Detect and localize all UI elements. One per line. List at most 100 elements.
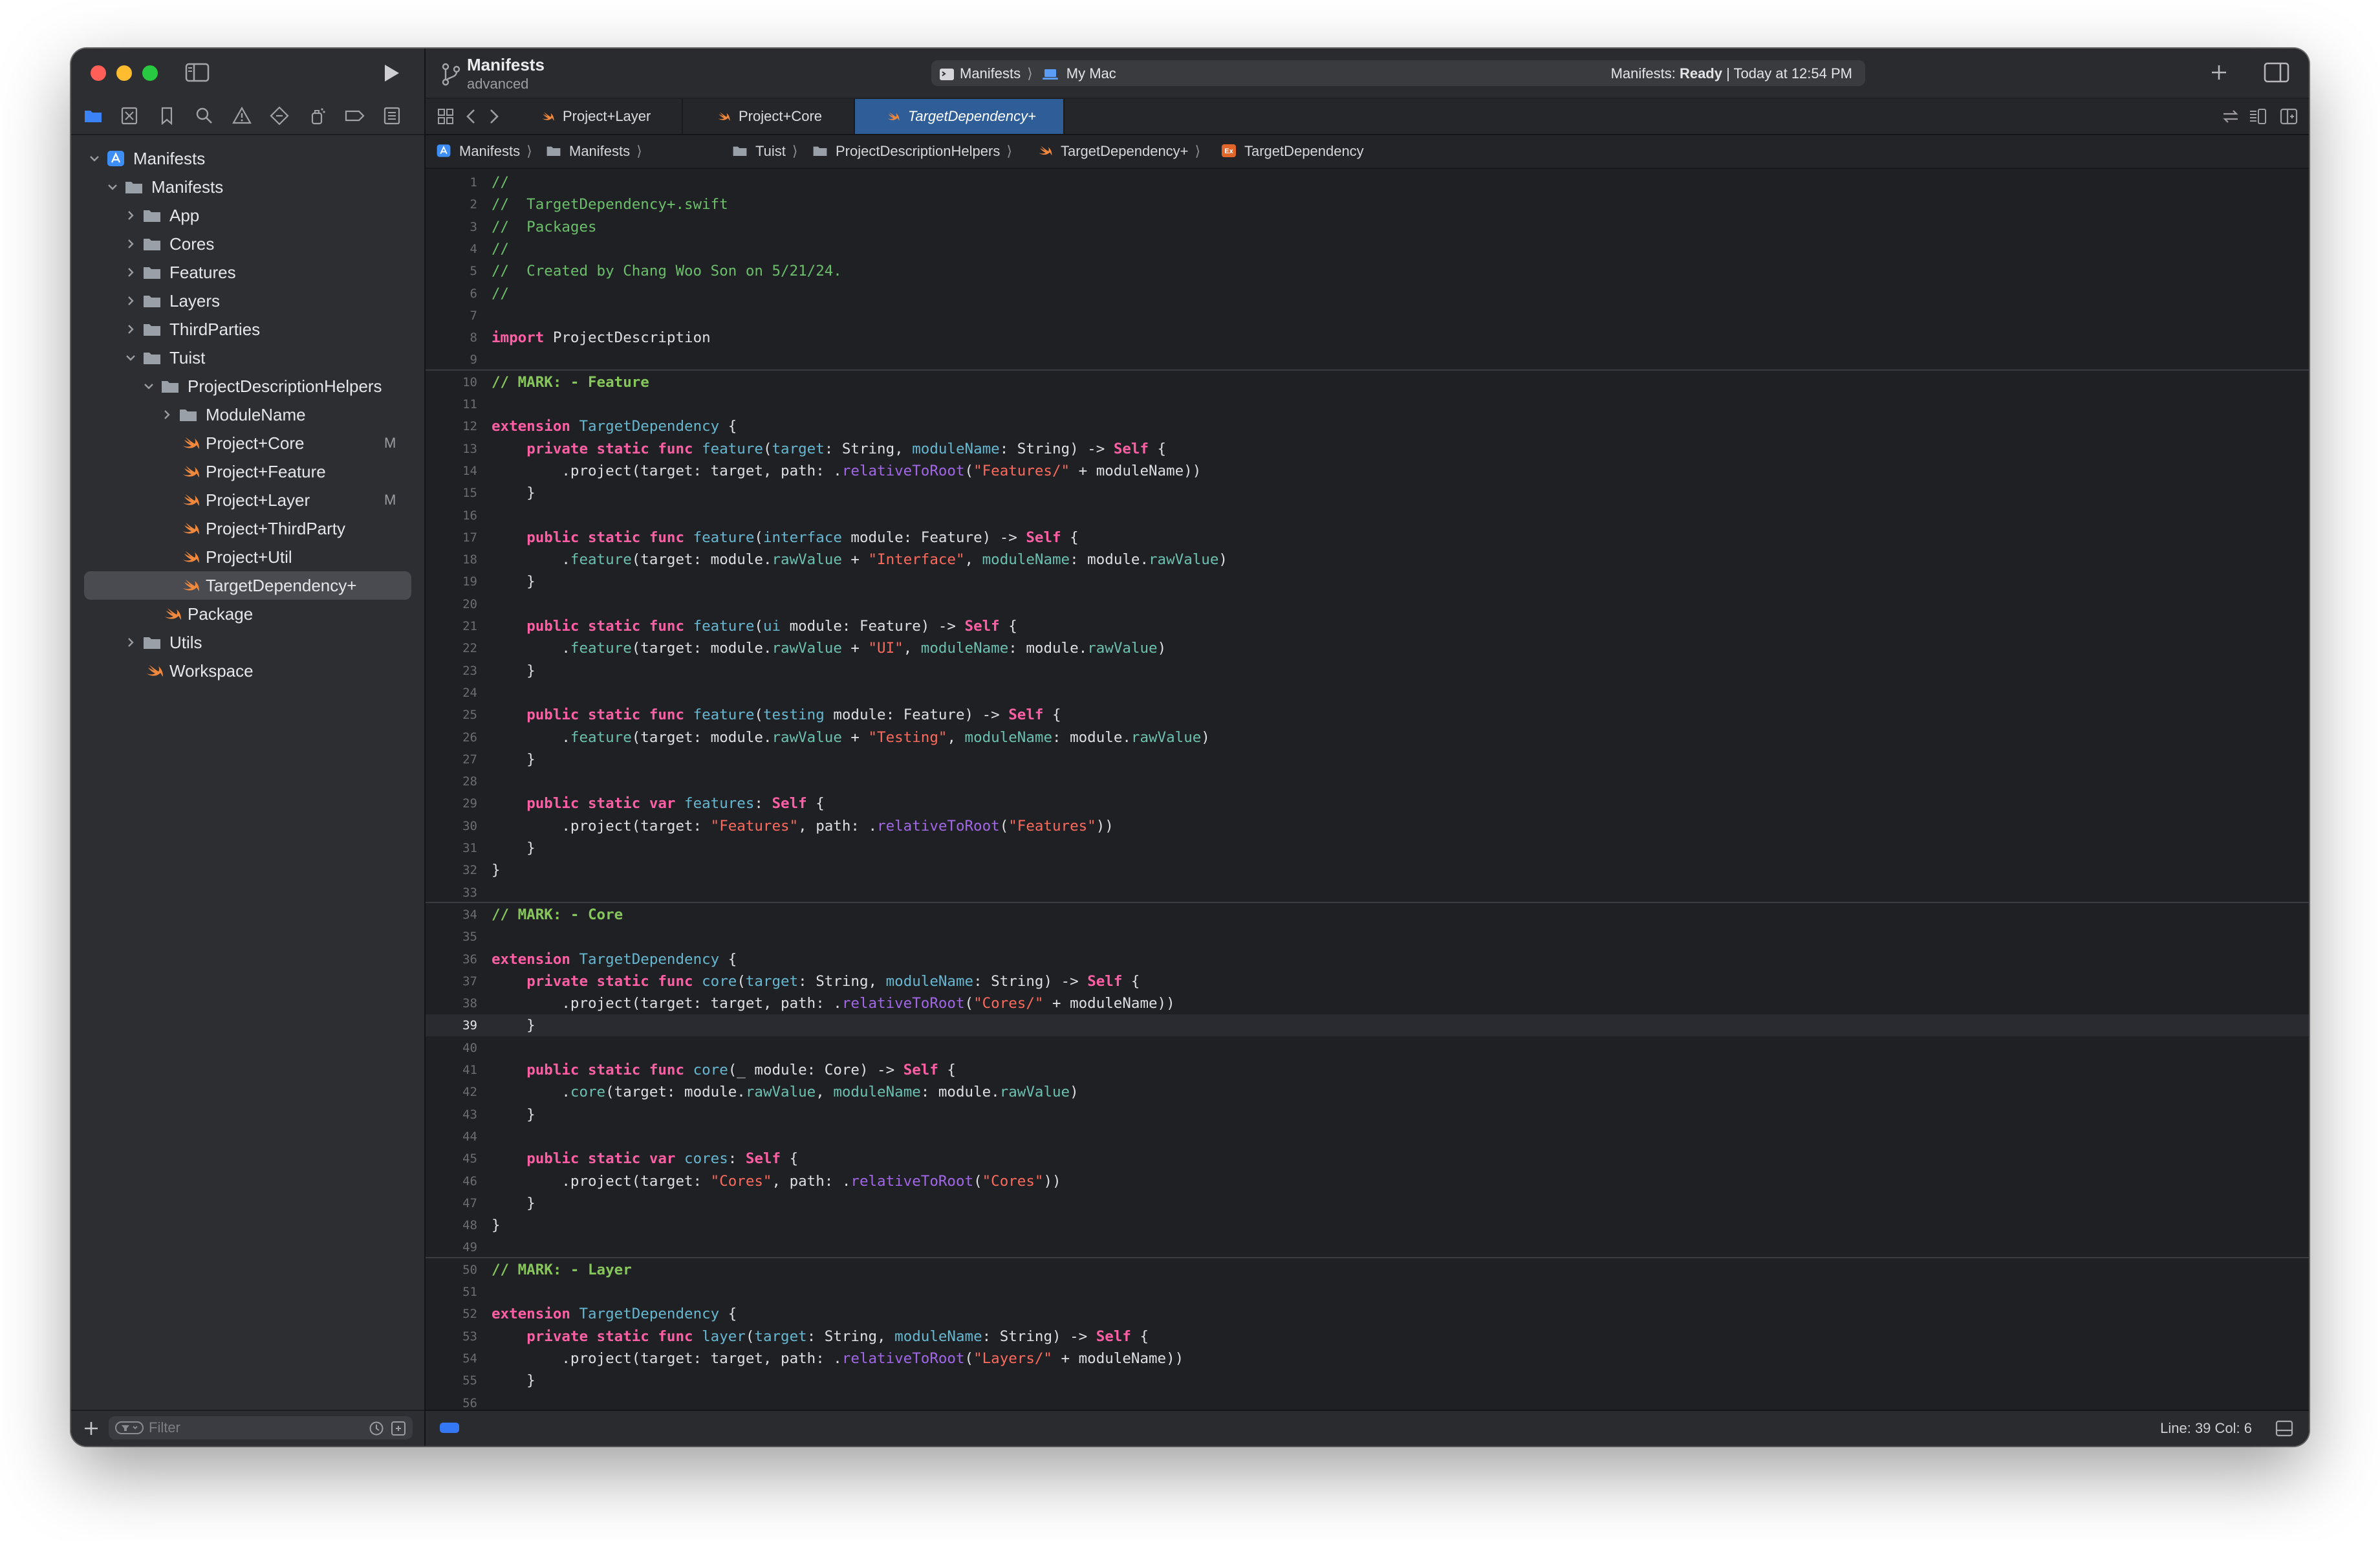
code-line[interactable]: 34 // MARK: - Core: [426, 901, 2309, 926]
debug-area-indicator[interactable]: [440, 1423, 459, 1433]
project-navigator-folder-icon[interactable]: [83, 105, 103, 126]
git-branch-icon[interactable]: [440, 61, 462, 87]
breadcrumb-folder-tuist[interactable]: Tuist ⟩: [732, 135, 797, 168]
code-line[interactable]: 13 private static func feature(target: S…: [426, 438, 2309, 460]
tree-item-folder-manifests[interactable]: Manifests: [71, 173, 424, 201]
recent-files-clock-icon[interactable]: [369, 1421, 384, 1436]
run-play-icon[interactable]: [379, 61, 402, 85]
code-line[interactable]: 10 // MARK: - Feature: [426, 369, 2309, 393]
code-line[interactable]: 15 }: [426, 482, 2309, 504]
forward-arrow-icon[interactable]: [484, 107, 503, 126]
breadcrumb-folder-manifests[interactable]: Manifests ⟩: [546, 135, 642, 168]
code-line[interactable]: 7: [426, 305, 2309, 327]
zoom-window-button[interactable]: [142, 65, 158, 81]
code-line[interactable]: 44: [426, 1126, 2309, 1148]
test-navigator-diamond-icon[interactable]: [269, 105, 290, 126]
issue-navigator-warning-icon[interactable]: [232, 105, 252, 126]
code-line[interactable]: 19 }: [426, 571, 2309, 593]
code-line[interactable]: 6 //: [426, 283, 2309, 305]
code-line[interactable]: 8 import ProjectDescription: [426, 327, 2309, 349]
breadcrumb-file[interactable]: TargetDependency+ ⟩: [1037, 135, 1200, 168]
tree-item-folder-layers[interactable]: Layers: [71, 287, 424, 315]
code-line[interactable]: 32}: [426, 859, 2309, 881]
code-line[interactable]: 33: [426, 882, 2309, 904]
code-line[interactable]: 29 public static var features: Self {: [426, 792, 2309, 814]
add-plus-icon[interactable]: [83, 1420, 100, 1437]
chevron-right-icon[interactable]: [124, 237, 137, 250]
chevron-down-icon[interactable]: [124, 351, 137, 364]
tree-item-folder-utils[interactable]: Utils: [71, 628, 424, 657]
chevron-down-icon[interactable]: [106, 180, 119, 193]
chevron-right-icon[interactable]: [124, 294, 137, 307]
code-line[interactable]: 21 public static func feature(ui module:…: [426, 615, 2309, 637]
tree-item-file-project-core[interactable]: Project+Core M: [71, 429, 424, 457]
code-line[interactable]: 38 .project(target: target, path: .relat…: [426, 992, 2309, 1014]
chevron-down-icon[interactable]: [88, 152, 101, 165]
code-line[interactable]: 43 }: [426, 1104, 2309, 1126]
split-editor-icon[interactable]: [2279, 107, 2299, 126]
code-line[interactable]: 27 }: [426, 749, 2309, 770]
tree-item-folder-cores[interactable]: Cores: [71, 230, 424, 258]
code-review-arrows-icon[interactable]: [2221, 107, 2240, 126]
code-line[interactable]: 55 }: [426, 1370, 2309, 1392]
scheme-selector[interactable]: Manifests ⟩ My Mac: [939, 65, 1116, 82]
code-line[interactable]: 39 }: [426, 1014, 2309, 1037]
code-line[interactable]: 16: [426, 505, 2309, 527]
breadcrumb-project[interactable]: Manifests ⟩: [436, 135, 532, 168]
code-line[interactable]: 31 }: [426, 837, 2309, 859]
find-navigator-search-icon[interactable]: [194, 105, 215, 126]
code-line[interactable]: 24: [426, 682, 2309, 704]
close-window-button[interactable]: [91, 65, 106, 81]
related-items-grid-icon[interactable]: [436, 107, 455, 126]
breadcrumb-symbol[interactable]: Ex TargetDependency: [1221, 135, 1364, 168]
code-line[interactable]: 9: [426, 349, 2309, 371]
code-line[interactable]: 1 //: [426, 171, 2309, 193]
code-line[interactable]: 3 // Packages: [426, 216, 2309, 238]
code-line[interactable]: 17 public static func feature(interface …: [426, 527, 2309, 549]
tree-item-file-project-layer[interactable]: Project+Layer M: [71, 486, 424, 514]
tree-item-file-targetdependency[interactable]: TargetDependency+: [71, 571, 424, 600]
code-line[interactable]: 4 //: [426, 238, 2309, 260]
run-destination[interactable]: My Mac: [1066, 65, 1116, 82]
activity-view[interactable]: Manifests ⟩ My Mac Manifests: Ready | Toda…: [931, 60, 1865, 86]
tree-item-file-package[interactable]: Package: [71, 600, 424, 628]
tree-item-file-project-util[interactable]: Project+Util: [71, 543, 424, 571]
chevron-right-icon[interactable]: [124, 323, 137, 336]
tab-targetdependency[interactable]: TargetDependency+: [855, 99, 1065, 134]
back-arrow-icon[interactable]: [462, 107, 481, 126]
bookmark-navigator-icon[interactable]: [157, 105, 177, 126]
chevron-right-icon[interactable]: [160, 408, 173, 421]
tree-item-file-workspace[interactable]: Workspace: [71, 657, 424, 685]
tree-item-folder-thirdparties[interactable]: ThirdParties: [71, 315, 424, 344]
editor-options-icon[interactable]: [2248, 107, 2267, 126]
code-line[interactable]: 18 .feature(target: module.rawValue + "I…: [426, 549, 2309, 571]
chevron-right-icon[interactable]: [124, 266, 137, 279]
tree-item-folder-projectdescriptionhelpers[interactable]: ProjectDescriptionHelpers: [71, 372, 424, 400]
minimize-window-button[interactable]: [116, 65, 132, 81]
source-control-filter-icon[interactable]: [391, 1421, 406, 1436]
code-line[interactable]: 49: [426, 1236, 2309, 1258]
source-editor[interactable]: 1 // 2 // TargetDependency+.swift 3 // Packag…: [426, 169, 2309, 1410]
inspector-toggle-icon[interactable]: [2264, 61, 2289, 83]
sidebar-toggle-icon[interactable]: [185, 63, 210, 82]
filter-options-icon[interactable]: [115, 1421, 144, 1434]
tab-project-core[interactable]: Project+Core: [683, 99, 855, 134]
code-line[interactable]: 45 public static var cores: Self {: [426, 1148, 2309, 1170]
code-line[interactable]: 40: [426, 1037, 2309, 1059]
code-line[interactable]: 47 }: [426, 1192, 2309, 1214]
debug-navigator-spray-icon[interactable]: [307, 105, 327, 126]
tab-project-layer[interactable]: Project+Layer: [511, 99, 683, 134]
code-line[interactable]: 26 .feature(target: module.rawValue + "T…: [426, 727, 2309, 749]
chevron-right-icon[interactable]: [124, 209, 137, 222]
code-line[interactable]: 11: [426, 393, 2309, 415]
code-line[interactable]: 5 // Created by Chang Woo Son on 5/21/24.: [426, 260, 2309, 282]
code-line[interactable]: 35: [426, 926, 2309, 948]
report-navigator-list-icon[interactable]: [382, 105, 402, 126]
navigator-filter-field[interactable]: Filter: [109, 1416, 413, 1439]
code-line[interactable]: 30 .project(target: "Features", path: .r…: [426, 815, 2309, 837]
code-line[interactable]: 14 .project(target: target, path: .relat…: [426, 460, 2309, 482]
tree-item-folder-app[interactable]: App: [71, 201, 424, 230]
code-line[interactable]: 53 private static func layer(target: Str…: [426, 1326, 2309, 1348]
code-line[interactable]: 50 // MARK: - Layer: [426, 1256, 2309, 1281]
tree-item-folder-tuist[interactable]: Tuist: [71, 344, 424, 372]
